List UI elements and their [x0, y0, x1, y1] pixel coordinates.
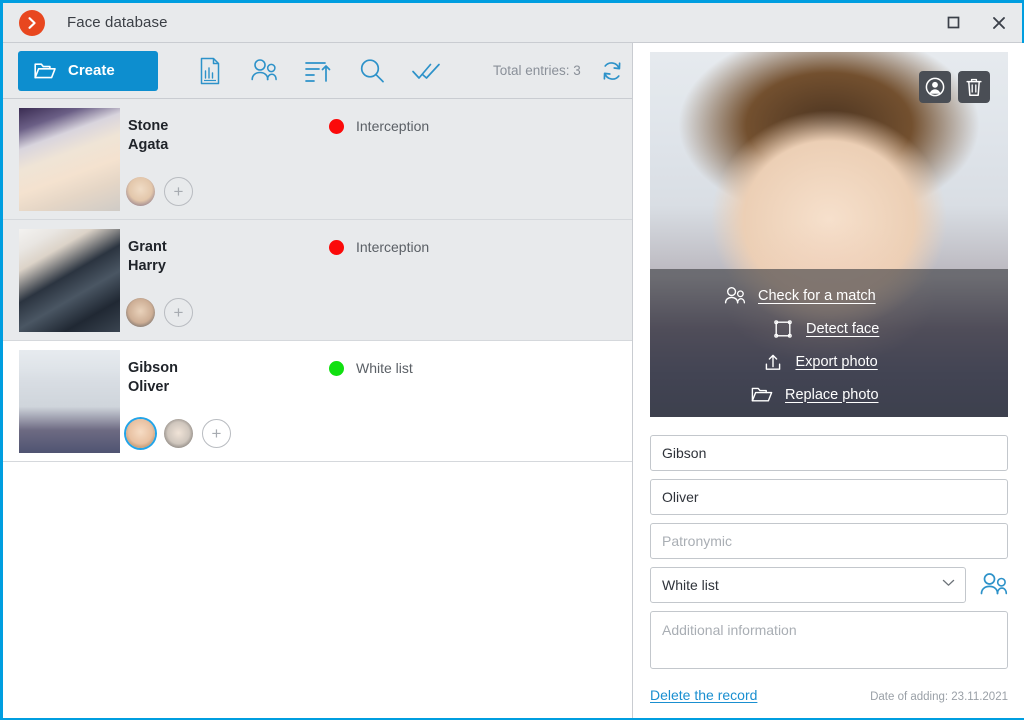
- toolbar-icon-group: [183, 49, 453, 93]
- status-badge: Interception: [329, 118, 429, 134]
- maximize-button[interactable]: [930, 3, 976, 42]
- row-firstname: Agata: [128, 137, 169, 153]
- record-footer: Delete the record Date of adding: 23.11.…: [650, 687, 1008, 703]
- action-label: Detect face: [806, 321, 880, 337]
- search-icon[interactable]: [345, 49, 399, 93]
- people-group-icon[interactable]: [237, 49, 291, 93]
- check-for-match-action[interactable]: Check for a match: [724, 286, 934, 306]
- toolbar: Create Total entries: 3: [3, 43, 632, 99]
- row-avatars: +: [126, 177, 193, 206]
- avatar[interactable]: [126, 298, 155, 327]
- additional-information-field[interactable]: [650, 611, 1008, 669]
- folder-icon: [34, 63, 56, 79]
- status-label: White list: [356, 360, 413, 376]
- manage-groups-button[interactable]: [979, 572, 1009, 598]
- add-photo-button[interactable]: +: [202, 419, 231, 448]
- status-label: Interception: [356, 118, 430, 134]
- person-icon: [925, 77, 945, 97]
- action-label: Export photo: [795, 354, 878, 370]
- action-label: Check for a match: [758, 288, 876, 304]
- set-main-photo-button[interactable]: [919, 71, 951, 103]
- create-button[interactable]: Create: [18, 50, 158, 91]
- table-row[interactable]: Grant Harry Interception +: [3, 220, 632, 341]
- window-title: Face database: [67, 14, 168, 31]
- row-firstname: Harry: [128, 258, 166, 274]
- refresh-button[interactable]: [599, 58, 625, 84]
- row-content: Gibson Oliver White list +: [120, 341, 632, 461]
- sort-ascending-icon[interactable]: [291, 49, 345, 93]
- list-select-row: White list: [650, 567, 1009, 603]
- folder-icon: [751, 385, 773, 404]
- status-dot: [329, 239, 344, 255]
- create-button-label: Create: [68, 62, 115, 79]
- photo-action-overlay: Check for a match Detect face Export pho…: [650, 269, 1008, 417]
- table-row[interactable]: Stone Agata Interception +: [3, 99, 632, 220]
- add-photo-button[interactable]: +: [164, 298, 193, 327]
- surname-field[interactable]: [650, 435, 1008, 471]
- trash-icon: [966, 78, 982, 96]
- close-icon: [993, 16, 1005, 29]
- detect-face-action[interactable]: Detect face: [740, 319, 918, 339]
- avatar[interactable]: [126, 419, 155, 448]
- row-content: Stone Agata Interception +: [120, 99, 632, 219]
- avatar[interactable]: [126, 177, 155, 206]
- firstname-field[interactable]: [650, 479, 1008, 515]
- action-label: Replace photo: [785, 386, 879, 403]
- status-dot: [329, 360, 344, 376]
- row-firstname: Oliver: [128, 379, 170, 395]
- face-list-pane: Create Total entries: 3 Stone Agata Inte…: [3, 43, 633, 718]
- app-window: Face database Create Total entries: 3 St…: [0, 0, 1024, 720]
- table-row[interactable]: Gibson Oliver White list +: [3, 341, 632, 462]
- close-button[interactable]: [976, 3, 1022, 42]
- add-photo-button[interactable]: +: [164, 177, 193, 206]
- row-avatars: +: [126, 298, 193, 327]
- face-list[interactable]: Stone Agata Interception + Grant Harry I…: [3, 99, 632, 718]
- delete-photo-button[interactable]: [958, 71, 990, 103]
- double-check-icon[interactable]: [399, 49, 453, 93]
- row-content: Grant Harry Interception +: [120, 220, 632, 340]
- report-document-icon[interactable]: [183, 49, 237, 93]
- export-up-arrow-icon: [762, 352, 784, 372]
- record-form: White list: [650, 417, 1009, 718]
- delete-record-link[interactable]: Delete the record: [650, 687, 757, 703]
- status-dot: [329, 118, 344, 134]
- status-badge: White list: [329, 360, 413, 376]
- row-photo: [19, 108, 120, 211]
- status-badge: Interception: [329, 239, 429, 255]
- total-entries-label: Total entries: 3: [493, 63, 581, 78]
- title-bar: Face database: [3, 3, 1022, 42]
- list-select[interactable]: White list: [650, 567, 966, 603]
- export-photo-action[interactable]: Export photo: [737, 352, 922, 372]
- list-select-wrap: White list: [650, 567, 966, 603]
- window-body: Create Total entries: 3 Stone Agata Inte…: [3, 42, 1024, 718]
- people-group-icon: [980, 573, 1008, 595]
- status-label: Interception: [356, 239, 430, 255]
- avatar[interactable]: [164, 419, 193, 448]
- replace-photo-action[interactable]: Replace photo: [733, 385, 925, 404]
- app-logo-icon: [19, 9, 45, 36]
- maximize-icon: [947, 16, 959, 29]
- face-frame-icon: [772, 319, 794, 339]
- patronymic-field[interactable]: [650, 523, 1008, 559]
- row-photo: [19, 350, 120, 453]
- window-controls: [930, 3, 1022, 42]
- row-photo: [19, 229, 120, 332]
- record-detail-pane: Check for a match Detect face Export pho…: [633, 43, 1024, 718]
- date-added-label: Date of adding: 23.11.2021: [870, 691, 1008, 703]
- people-group-icon: [724, 286, 746, 306]
- record-photo: Check for a match Detect face Export pho…: [650, 52, 1008, 417]
- row-avatars: +: [126, 419, 231, 448]
- photo-action-buttons: [919, 71, 990, 103]
- refresh-icon: [603, 61, 621, 80]
